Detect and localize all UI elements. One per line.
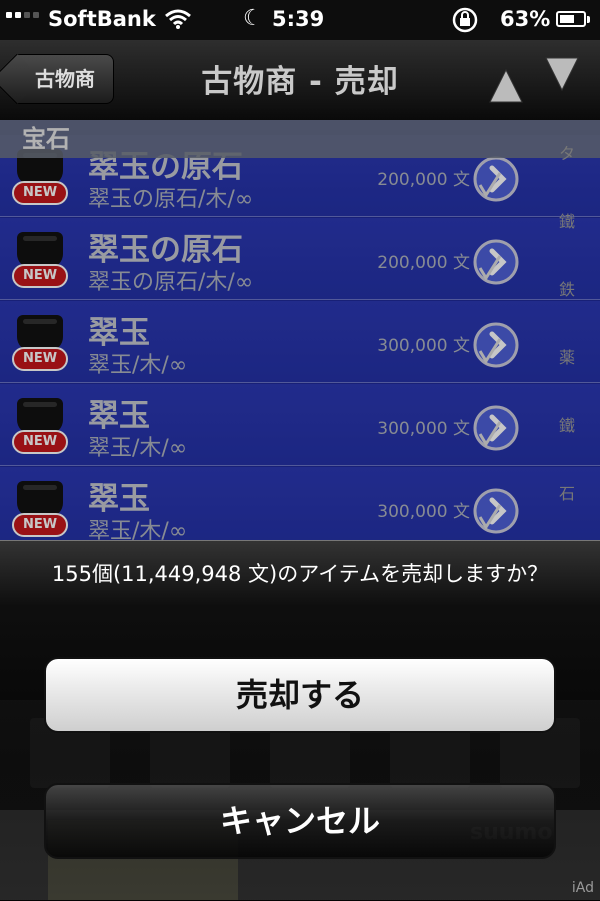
battery-percent: 63% bbox=[500, 7, 551, 31]
cancel-button[interactable]: キャンセル bbox=[44, 783, 556, 859]
back-button[interactable]: 古物商 bbox=[12, 54, 114, 104]
dim-overlay bbox=[0, 120, 600, 540]
wifi-icon bbox=[165, 9, 191, 29]
rotation-lock-icon bbox=[452, 7, 478, 33]
clock: 5:39 bbox=[272, 7, 325, 31]
arrow-down-icon[interactable] bbox=[544, 50, 580, 100]
page-title: 古物商 - 売却 bbox=[201, 64, 399, 100]
action-sheet-message: 155個(11,449,948 文)のアイテムを売却しますか？ bbox=[51, 562, 549, 586]
back-button-label: 古物商 bbox=[35, 67, 95, 91]
battery-icon bbox=[556, 11, 590, 27]
navigation-bar: 古物商 古物商 - 売却 bbox=[0, 40, 600, 121]
arrow-up-icon[interactable] bbox=[488, 62, 524, 112]
iad-label: iAd bbox=[571, 880, 594, 896]
action-sheet: 155個(11,449,948 文)のアイテムを売却しますか？ 売却する キャン… bbox=[0, 540, 600, 901]
carrier-name: SoftBank bbox=[48, 7, 156, 31]
sell-button[interactable]: 売却する bbox=[44, 657, 556, 733]
status-bar: SoftBank ☾ 5:39 63% bbox=[0, 0, 600, 40]
moon-icon: ☾ bbox=[243, 6, 263, 31]
signal-icon bbox=[6, 12, 39, 18]
